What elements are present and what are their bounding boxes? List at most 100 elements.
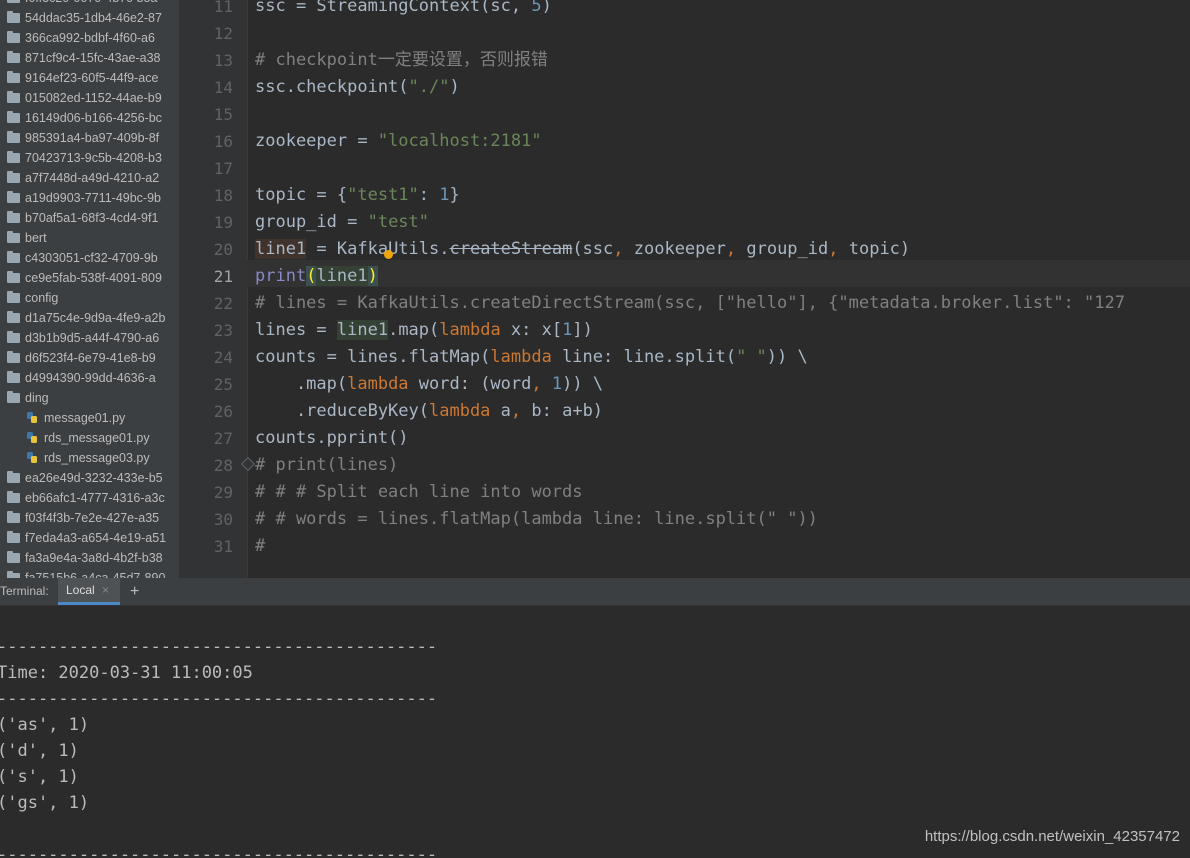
line-number: 22 bbox=[213, 294, 233, 313]
tree-item-label: f03f4f3b-7e2e-427e-a35 bbox=[25, 511, 160, 525]
tree-folder-item[interactable]: fa7515b6-a4ca-45d7-890 bbox=[0, 568, 179, 578]
terminal-output[interactable]: ----------------------------------------… bbox=[0, 606, 1190, 858]
terminal-line: ('d', 1) bbox=[0, 741, 79, 761]
tree-folder-item[interactable]: 54ddac35-1db4-46e2-87 bbox=[0, 8, 179, 28]
folder-icon bbox=[7, 510, 20, 523]
code-token: ( bbox=[306, 266, 317, 286]
tree-file-item[interactable]: rds_message03.py bbox=[0, 448, 179, 468]
tree-folder-item[interactable]: eb66afc1-4777-4316-a3c bbox=[0, 488, 179, 508]
tree-folder-item[interactable]: 366ca992-bdbf-4f60-a6 bbox=[0, 28, 179, 48]
code-line[interactable]: counts.pprint() bbox=[255, 425, 409, 452]
tree-folder-item[interactable]: d4994390-99dd-4636-a bbox=[0, 368, 179, 388]
tree-folder-item[interactable]: d6f523f4-6e79-41e8-b9 bbox=[0, 348, 179, 368]
tree-folder-item[interactable]: 70423713-9c5b-4208-b3 bbox=[0, 148, 179, 168]
code-token: = KafkaUtils. bbox=[306, 239, 450, 259]
code-line[interactable]: lines = line1.map(lambda x: x[1]) bbox=[255, 317, 593, 344]
code-line[interactable]: # # # Split each line into words bbox=[255, 479, 583, 506]
tree-folder-item[interactable]: f0ff3c20-0070-4b7c-b5a bbox=[0, 0, 179, 8]
tree-folder-item[interactable]: f03f4f3b-7e2e-427e-a35 bbox=[0, 508, 179, 528]
tree-folder-item[interactable]: 871cf9c4-15fc-43ae-a38 bbox=[0, 48, 179, 68]
code-token: "localhost:2181" bbox=[377, 131, 542, 151]
tree-folder-item[interactable]: ce9e5fab-538f-4091-809 bbox=[0, 268, 179, 288]
tree-folder-item[interactable]: fa3a9e4a-3a8d-4b2f-b38 bbox=[0, 548, 179, 568]
tree-item-label: 871cf9c4-15fc-43ae-a38 bbox=[25, 51, 161, 65]
tree-item-label: ding bbox=[25, 391, 49, 405]
code-line[interactable]: # # words = lines.flatMap(lambda line: l… bbox=[255, 506, 818, 533]
line-number: 16 bbox=[213, 132, 233, 151]
tab-local[interactable]: Local × bbox=[58, 578, 120, 605]
code-token: # # # Split each line into words bbox=[255, 482, 583, 502]
tree-folder-item[interactable]: a7f7448d-a49d-4210-a2 bbox=[0, 168, 179, 188]
tree-folder-item[interactable]: b70af5a1-68f3-4cd4-9f1 bbox=[0, 208, 179, 228]
folder-icon bbox=[7, 90, 20, 103]
tree-file-item[interactable]: rds_message01.py bbox=[0, 428, 179, 448]
code-editor[interactable]: 11 12 13 14 15 16 17 18 19 20 21 22 23 24 25 26 27 28 29 30… bbox=[179, 0, 1190, 578]
python-file-icon bbox=[27, 432, 37, 444]
code-token: b: a+b) bbox=[531, 401, 604, 421]
tree-folder-item[interactable]: 9164ef23-60f5-44f9-ace bbox=[0, 68, 179, 88]
code-token: "test" bbox=[367, 212, 430, 232]
terminal-line: ('gs', 1) bbox=[0, 793, 90, 813]
tree-item-label: f0ff3c20-0070-4b7c-b5a bbox=[25, 0, 158, 5]
code-token: line1 bbox=[255, 239, 307, 259]
folder-icon bbox=[7, 350, 20, 363]
code-token: )) \ bbox=[766, 347, 808, 367]
terminal-tab-bar: Terminal: Local × + bbox=[0, 578, 1190, 606]
tree-folder-item[interactable]: config bbox=[0, 288, 179, 308]
tree-item-label: message01.py bbox=[44, 411, 126, 425]
code-line[interactable]: ssc.checkpoint("./") bbox=[255, 74, 460, 101]
code-token: # print(lines) bbox=[255, 455, 399, 475]
code-token: line1 bbox=[316, 266, 368, 286]
code-line[interactable]: ssc = StreamingContext(sc, 5) bbox=[255, 0, 552, 20]
python-file-icon bbox=[27, 412, 37, 424]
code-line[interactable]: # bbox=[255, 533, 265, 560]
code-line[interactable]: counts = lines.flatMap(lambda line: line… bbox=[255, 344, 808, 371]
line-number: 23 bbox=[213, 321, 233, 340]
code-token: ssc = StreamingContext(sc, bbox=[255, 0, 532, 16]
line-number: 17 bbox=[213, 159, 233, 178]
tree-folder-item[interactable]: 16149d06-b166-4256-bc bbox=[0, 108, 179, 128]
tree-folder-item[interactable]: a19d9903-7711-49bc-9b bbox=[0, 188, 179, 208]
tree-item-label: b70af5a1-68f3-4cd4-9f1 bbox=[25, 211, 159, 225]
line-number: 28 bbox=[213, 456, 233, 475]
code-line[interactable]: group_id = "test" bbox=[255, 209, 429, 236]
code-token: counts.pprint() bbox=[255, 428, 409, 448]
code-token: createStream bbox=[449, 239, 573, 259]
ide-window: f0ff3c20-0070-4b7c-b5a 54ddac35-1db4-46e2… bbox=[0, 0, 1190, 858]
tree-folder-item[interactable]: d3b1b9d5-a44f-4790-a6 bbox=[0, 328, 179, 348]
tree-folder-item[interactable]: f7eda4a3-a654-4e19-a51 bbox=[0, 528, 179, 548]
folder-icon bbox=[7, 130, 20, 143]
code-token: word: (word bbox=[408, 374, 532, 394]
code-token: topic = { bbox=[255, 185, 348, 205]
project-tree[interactable]: f0ff3c20-0070-4b7c-b5a 54ddac35-1db4-46e2… bbox=[0, 0, 179, 578]
tree-folder-item[interactable]: 985391a4-ba97-409b-8f bbox=[0, 128, 179, 148]
code-line[interactable]: # print(lines) bbox=[255, 452, 398, 479]
tree-folder-item[interactable]: bert bbox=[0, 228, 179, 248]
tree-file-item[interactable]: message01.py bbox=[0, 408, 179, 428]
code-line[interactable]: print(line1) bbox=[255, 263, 378, 290]
terminal-line: ('as', 1) bbox=[0, 715, 90, 735]
tree-folder-item[interactable]: ding bbox=[0, 388, 179, 408]
line-number-gutter: 11 12 13 14 15 16 17 18 19 20 21 22 23 24 25 26 27 28 29 30… bbox=[179, 0, 248, 578]
tree-folder-item[interactable]: 015082ed-1152-44ae-b9 bbox=[0, 88, 179, 108]
folder-icon bbox=[7, 370, 20, 383]
tree-item-label: config bbox=[25, 291, 59, 305]
code-token: lambda bbox=[490, 347, 552, 367]
code-line[interactable]: topic = {"test1": 1} bbox=[255, 182, 460, 209]
code-token: ) bbox=[449, 77, 460, 97]
code-line[interactable]: # checkpoint一定要设置，否则报错 bbox=[255, 47, 548, 74]
code-line[interactable]: line1 = KafkaUtils.createStream(ssc, zoo… bbox=[255, 236, 910, 263]
add-tab-button[interactable]: + bbox=[130, 578, 139, 605]
tree-folder-item[interactable]: c4303051-cf32-4709-9b bbox=[0, 248, 179, 268]
tree-item-label: d3b1b9d5-a44f-4790-a6 bbox=[25, 331, 160, 345]
code-line[interactable]: # lines = KafkaUtils.createDirectStream(… bbox=[255, 290, 1125, 317]
tree-folder-item[interactable]: d1a75c4e-9d9a-4fe9-a2b bbox=[0, 308, 179, 328]
code-line[interactable]: .reduceByKey(lambda a, b: a+b) bbox=[255, 398, 603, 425]
close-icon[interactable]: × bbox=[102, 578, 109, 603]
intention-bulb-icon[interactable] bbox=[384, 250, 393, 259]
code-token: # # words = lines.flatMap(lambda line: l… bbox=[255, 509, 818, 529]
code-token: , bbox=[510, 401, 532, 421]
code-line[interactable]: zookeeper = "localhost:2181" bbox=[255, 128, 542, 155]
tree-folder-item[interactable]: ea26e49d-3232-433e-b5 bbox=[0, 468, 179, 488]
code-line[interactable]: .map(lambda word: (word, 1)) \ bbox=[255, 371, 603, 398]
